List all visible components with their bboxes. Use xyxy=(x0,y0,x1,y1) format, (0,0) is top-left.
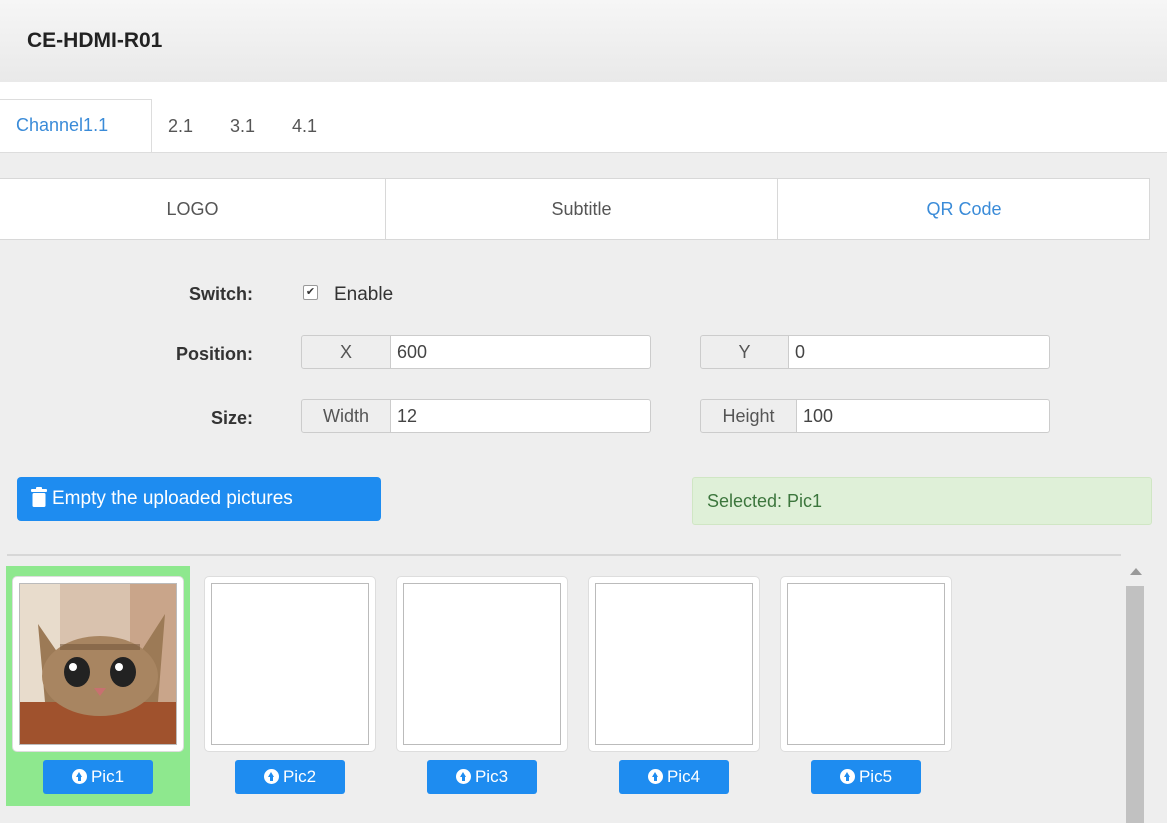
upload-icon xyxy=(263,769,279,784)
tab-channel-1-1[interactable]: Channel1.1 xyxy=(0,99,152,152)
trash-icon xyxy=(31,487,47,507)
pic3-label: Pic3 xyxy=(474,767,509,786)
pic-empty-2 xyxy=(211,583,369,745)
pic-thumb-5[interactable] xyxy=(780,576,952,752)
pic4-label: Pic4 xyxy=(666,767,701,786)
height-addon: Height xyxy=(700,399,797,433)
upload-icon xyxy=(647,769,663,784)
pic-empty-4 xyxy=(595,583,753,745)
app-header: CE-HDMI-R01 xyxy=(0,0,1167,82)
size-label: Size: xyxy=(210,408,253,428)
enable-checkbox[interactable]: ✔ xyxy=(303,285,318,300)
pic2-label: Pic2 xyxy=(282,767,317,786)
tab-channel-2-1[interactable]: 2.1 xyxy=(168,106,193,154)
upload-pic5-button[interactable]: Pic5 xyxy=(811,760,921,794)
empty-pictures-label: Empty the uploaded pictures xyxy=(52,488,293,509)
pic-empty-5 xyxy=(787,583,945,745)
pic-thumb-1[interactable] xyxy=(12,576,184,752)
subtab-logo[interactable]: LOGO xyxy=(0,179,386,239)
upload-icon xyxy=(839,769,855,784)
upload-pic2-button[interactable]: Pic2 xyxy=(235,760,345,794)
pic-thumb-2[interactable] xyxy=(204,576,376,752)
switch-label: Switch: xyxy=(188,284,253,304)
pic-thumb-4[interactable] xyxy=(588,576,760,752)
width-addon: Width xyxy=(301,399,391,433)
upload-pic1-button[interactable]: Pic1 xyxy=(43,760,153,794)
upload-pic4-button[interactable]: Pic4 xyxy=(619,760,729,794)
cat-photo xyxy=(20,584,176,744)
width-input[interactable]: 12 xyxy=(390,399,651,433)
upload-pic3-button[interactable]: Pic3 xyxy=(427,760,537,794)
pic-slot-1[interactable]: Pic1 xyxy=(6,566,190,806)
enable-label: Enable xyxy=(334,284,394,305)
tab-channel-4-1[interactable]: 4.1 xyxy=(292,106,317,154)
pic-slot-4[interactable]: Pic4 xyxy=(582,566,766,806)
app-title: CE-HDMI-R01 xyxy=(27,29,163,52)
scroll-thumb[interactable] xyxy=(1126,586,1144,823)
picture-gallery: Pic1 Pic2 Pic3 Pic4 Pic5 xyxy=(0,556,1122,823)
pic5-label: Pic5 xyxy=(858,767,893,786)
gallery-scrollbar[interactable] xyxy=(1125,556,1145,823)
y-input[interactable]: 0 xyxy=(788,335,1050,369)
checkmark-icon: ✔ xyxy=(305,286,316,298)
feature-subtabs: LOGO Subtitle QR Code xyxy=(0,178,1150,240)
upload-icon xyxy=(455,769,471,784)
scroll-up-icon[interactable] xyxy=(1130,568,1142,575)
pic-slot-5[interactable]: Pic5 xyxy=(774,566,958,806)
pic-slot-3[interactable]: Pic3 xyxy=(390,566,574,806)
x-input[interactable]: 600 xyxy=(390,335,651,369)
pic-image-1 xyxy=(19,583,177,745)
upload-icon xyxy=(71,769,87,784)
pic-empty-3 xyxy=(403,583,561,745)
x-addon: X xyxy=(301,335,391,369)
subtab-qr-code[interactable]: QR Code xyxy=(778,179,1150,239)
y-addon: Y xyxy=(700,335,789,369)
pic-slot-2[interactable]: Pic2 xyxy=(198,566,382,806)
tab-channel-3-1[interactable]: 3.1 xyxy=(230,106,255,154)
height-input[interactable]: 100 xyxy=(796,399,1050,433)
selected-status: Selected: Pic1 xyxy=(692,477,1152,525)
pic1-label: Pic1 xyxy=(90,767,125,786)
position-label: Position: xyxy=(176,344,253,364)
pic-thumb-3[interactable] xyxy=(396,576,568,752)
subtab-subtitle[interactable]: Subtitle xyxy=(386,179,778,239)
empty-pictures-button[interactable]: Empty the uploaded pictures xyxy=(17,477,381,521)
